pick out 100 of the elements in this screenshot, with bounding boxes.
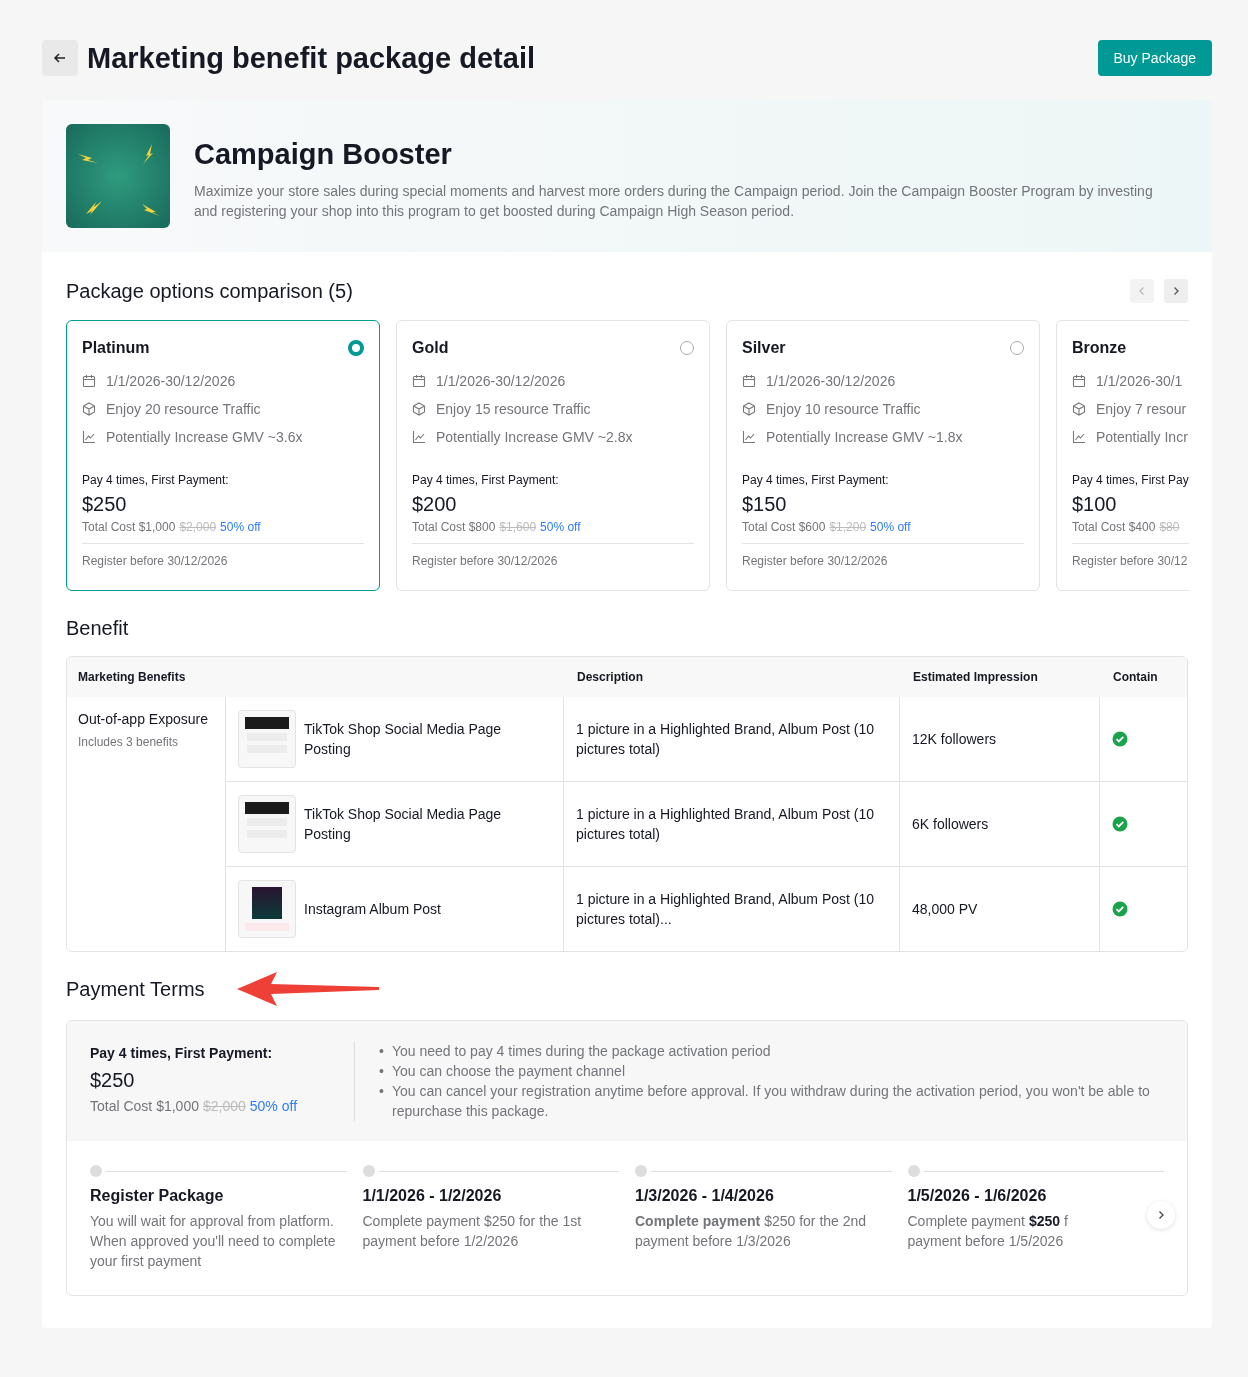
gmv-text: Potentially Increase GMV ~1.8x <box>766 429 963 445</box>
package-card[interactable]: Platinum 1/1/2026-30/12/2026 Enjoy 20 resource Traffic Potentially Increase GMV ~3.6x Pay 4 times, First Payment: $250 Total Cost $1,000 $2,000 50% off Register before 30/12/2026 <box>66 320 380 591</box>
step-title: 1/1/2026 - 1/2/2026 <box>362 1187 503 1205</box>
original-price: $2,000 <box>202 1098 246 1114</box>
calendar-icon <box>1072 374 1086 388</box>
total-cost: Total Cost $800 <box>412 520 496 534</box>
back-button[interactable] <box>42 40 78 76</box>
column-header: Marketing Benefits <box>77 670 187 684</box>
step-title: 1/3/2026 - 1/4/2026 <box>635 1187 775 1205</box>
step-description: Complete payment $250 for the 1st payment before 1/2/2026 <box>362 1212 583 1251</box>
date-range: 1/1/2026-30/1 <box>1096 373 1183 389</box>
campaign-title: Campaign Booster <box>194 138 453 171</box>
price: $100 <box>1072 493 1118 516</box>
package-card[interactable]: Gold 1/1/2026-30/12/2026 Enjoy 15 resource Traffic Potentially Increase GMV ~2.8x Pay 4 times, First Payment: $200 Total Cost $800 $1,600 50% off Register before 30/12/2026 <box>396 320 710 591</box>
payment-label: Pay 4 times, First Payment: <box>90 1045 274 1061</box>
total-cost: Total Cost $1,000 <box>82 520 176 534</box>
traffic-text: Enjoy 10 resource Traffic <box>766 401 921 417</box>
page-title: Marketing benefit package detail <box>87 41 535 75</box>
buy-package-button[interactable]: Buy Package <box>1097 40 1212 76</box>
gmv-text: Potentially Increase GMV ~2.8x <box>436 429 633 445</box>
discount-text: 50% off <box>540 520 581 534</box>
next-button[interactable] <box>1164 279 1188 303</box>
date-range: 1/1/2026-30/12/2026 <box>766 373 896 389</box>
traffic-text: Enjoy 20 resource Traffic <box>106 401 261 417</box>
package-card[interactable]: Bronze 1/1/2026-30/1 Enjoy 7 resour Potentially Incr Pay 4 times, First Pay $100 Total Cost $400 $80 Register before 30/12 <box>1056 320 1189 591</box>
payment-note: You need to pay 4 times during the package activation period <box>392 1042 771 1061</box>
calendar-icon <box>412 374 426 388</box>
gmv-text: Potentially Increase GMV ~3.6x <box>106 429 303 445</box>
price: $150 <box>742 493 788 516</box>
campaign-description: Maximize your store sales during special moments and harvest more orders during the Campaign period. Join the Campaign Booster Program by investing and registering your shop into this program to get boosted during Campaign High Season period. <box>194 182 1154 221</box>
column-header: Estimated Impression <box>912 670 1039 684</box>
package-name: Gold <box>412 339 449 357</box>
chevron-right-icon <box>1156 1210 1166 1220</box>
original-price: $80 <box>1159 520 1180 534</box>
discount-text: 50% off <box>220 520 261 534</box>
screenshot-thumbnail <box>238 710 296 768</box>
calendar-icon <box>82 374 96 388</box>
step-description: Complete payment $250 f payment before 1/5/2026 <box>907 1212 1068 1251</box>
payment-label: Pay 4 times, First Payment: <box>82 473 230 487</box>
benefit-description: 1 picture in a Highlighted Brand, Album Post (10 pictures total)... <box>576 890 876 929</box>
impression-value: 6K followers <box>912 815 989 834</box>
payment-label: Pay 4 times, First Payment: <box>412 473 560 487</box>
next-button[interactable] <box>1147 1201 1175 1229</box>
price: $250 <box>82 493 128 516</box>
chevron-right-icon <box>1171 286 1181 296</box>
previous-button[interactable] <box>1130 279 1154 303</box>
benefit-name: TikTok Shop Social Media Page Posting <box>304 720 503 759</box>
bullet-mark: • <box>379 1042 385 1061</box>
impression-value: 12K followers <box>912 730 997 749</box>
date-range: 1/1/2026-30/12/2026 <box>436 373 566 389</box>
step-dot <box>362 1165 375 1177</box>
bullet-mark: • <box>379 1082 385 1101</box>
benefit-description: 1 picture in a Highlighted Brand, Album Post (10 pictures total) <box>576 720 876 759</box>
payment-note: You can choose the payment channel <box>392 1062 625 1081</box>
payment-label: Pay 4 times, First Pay <box>1072 473 1189 487</box>
screenshot-thumbnail <box>238 795 296 853</box>
original-price: $2,000 <box>179 520 217 534</box>
screenshot-thumbnail <box>238 880 296 938</box>
step-title: 1/5/2026 - 1/6/2026 <box>907 1187 1048 1205</box>
benefit-description: 1 picture in a Highlighted Brand, Album Post (10 pictures total) <box>576 805 876 844</box>
calendar-icon <box>742 374 756 388</box>
register-deadline: Register before 30/12/2026 <box>742 554 889 568</box>
step-dot <box>907 1165 920 1177</box>
benefit-name: TikTok Shop Social Media Page Posting <box>304 805 503 844</box>
line-chart-icon <box>412 430 426 444</box>
section-title: Payment Terms <box>66 977 205 1001</box>
package-card[interactable]: Silver 1/1/2026-30/12/2026 Enjoy 10 resource Traffic Potentially Increase GMV ~1.8x Pay 4 times, First Payment: $150 Total Cost $600 $1,200 50% off Register before 30/12/2026 <box>726 320 1040 591</box>
register-deadline: Register before 30/12 <box>1072 554 1189 568</box>
step-dot <box>635 1165 647 1177</box>
section-title: Benefit <box>66 617 130 640</box>
price: $200 <box>412 493 458 516</box>
column-header: Contain <box>1112 670 1159 684</box>
step-title: Register Package <box>90 1187 225 1205</box>
line-chart-icon <box>1072 430 1086 444</box>
gmv-text: Potentially Incr <box>1096 429 1188 445</box>
cube-icon <box>742 402 756 416</box>
cube-icon <box>1072 402 1086 416</box>
benefit-count: Includes 3 benefits <box>78 735 180 749</box>
total-cost: Total Cost $400 <box>1072 520 1156 534</box>
register-deadline: Register before 30/12/2026 <box>82 554 229 568</box>
cube-icon <box>82 402 96 416</box>
payment-note: You can cancel your registration anytime before approval. If you withdraw during the activation period, you won't be able to repurchase this package. <box>392 1082 1151 1121</box>
payment-label: Pay 4 times, First Payment: <box>742 473 890 487</box>
date-range: 1/1/2026-30/12/2026 <box>106 373 236 389</box>
total-cost: Total Cost $1,000 <box>90 1098 199 1114</box>
package-name: Platinum <box>82 339 150 357</box>
line-chart-icon <box>742 430 756 444</box>
original-price: $1,200 <box>829 520 867 534</box>
discount-text: 50% off <box>249 1098 298 1114</box>
step-description: You will wait for approval from platform. When approved you'll need to complete your first payment <box>90 1212 337 1271</box>
register-deadline: Register before 30/12/2026 <box>412 554 559 568</box>
original-price: $1,600 <box>499 520 537 534</box>
traffic-text: Enjoy 7 resour <box>1096 401 1187 417</box>
benefit-name: Instagram Album Post <box>304 900 441 919</box>
radio-button[interactable] <box>348 340 364 356</box>
total-cost: Total Cost $600 <box>742 520 826 534</box>
price: $250 <box>90 1069 136 1092</box>
bullet-mark: • <box>379 1062 385 1081</box>
step-description: Complete payment $250 for the 2nd payment before 1/3/2026 <box>635 1212 868 1251</box>
discount-text: 50% off <box>870 520 911 534</box>
